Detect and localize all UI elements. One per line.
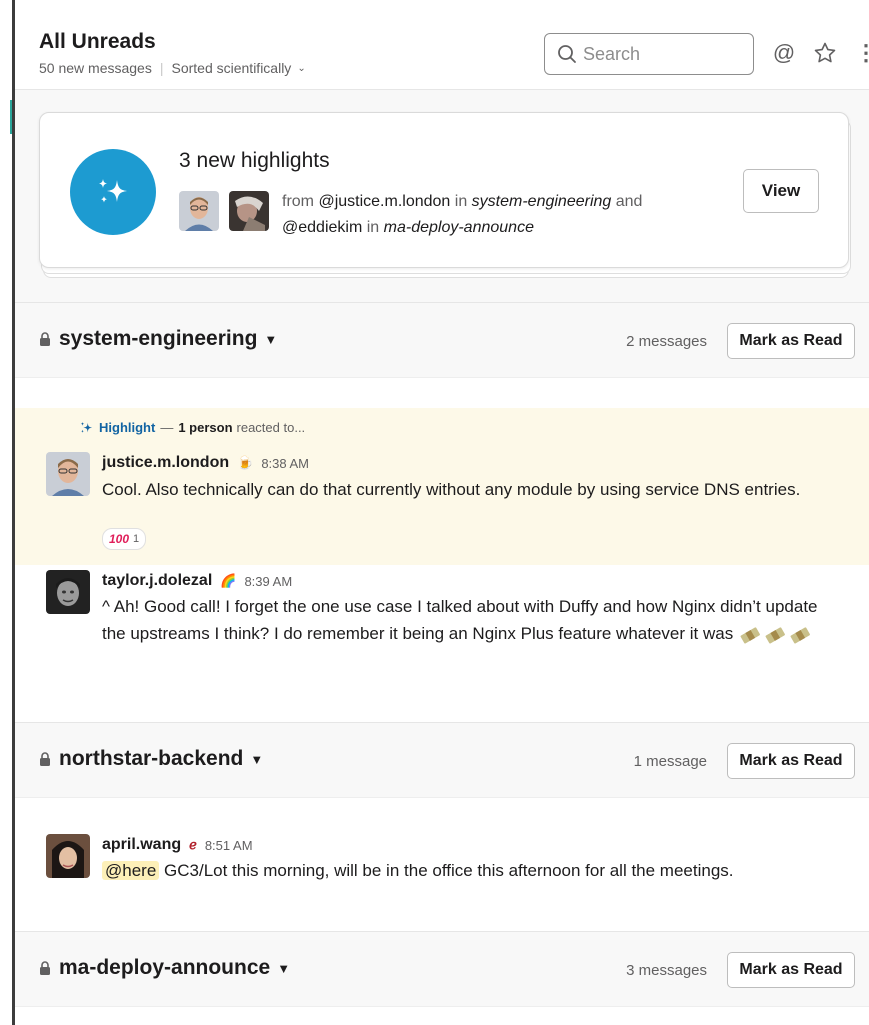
avatar[interactable]: [46, 834, 90, 878]
more-icon[interactable]: ⋮: [853, 40, 869, 66]
sparkle-icon: [80, 421, 93, 433]
channel-name[interactable]: northstar-backend ▼: [39, 747, 263, 771]
message-body: ^ Ah! Good call! I forget the one use ca…: [102, 593, 822, 647]
channel-name-label: system-engineering: [59, 327, 258, 350]
message-count: 3 messages: [626, 962, 707, 979]
channel-name-label: ma-deploy-announce: [59, 956, 271, 979]
in-text: in: [366, 219, 380, 236]
username[interactable]: taylor.j.dolezal: [102, 572, 212, 590]
timestamp[interactable]: 8:51 AM: [205, 838, 253, 853]
here-mention[interactable]: @here: [102, 861, 160, 880]
caret-down-icon[interactable]: ▼: [250, 752, 263, 767]
highlight-label: Highlight — 1 person reacted to...: [79, 420, 305, 435]
caret-down-icon[interactable]: ▼: [264, 332, 277, 347]
username[interactable]: justice.m.london: [102, 454, 229, 472]
search-box[interactable]: [544, 33, 754, 75]
mark-as-read-button[interactable]: Mark as Read: [727, 323, 855, 359]
message-count: 2 messages: [626, 333, 707, 350]
lock-icon: [40, 332, 50, 346]
timestamp[interactable]: 8:38 AM: [261, 456, 309, 471]
mark-as-read-button[interactable]: Mark as Read: [727, 952, 855, 988]
message-text: GC3/Lot this morning, will be in the off…: [159, 861, 734, 880]
status-emoji-icon: ℯ: [189, 837, 197, 852]
avatar[interactable]: [46, 452, 90, 496]
channel-name-label: northstar-backend: [59, 747, 244, 770]
lock-icon: [40, 752, 50, 766]
highlight-tag: Highlight: [99, 420, 156, 435]
search-icon: [558, 45, 576, 63]
username[interactable]: april.wang: [102, 836, 181, 854]
mark-as-read-button[interactable]: Mark as Read: [727, 743, 855, 779]
money-emoji-icon: [738, 625, 812, 645]
view-highlights-button[interactable]: View: [743, 169, 819, 213]
channel-header: northstar-backend ▼ 1 message Mark as Re…: [15, 722, 869, 798]
left-rail: [0, 0, 15, 1025]
channel-header: system-engineering ▼ 2 messages Mark as …: [15, 302, 869, 378]
lock-icon: [40, 961, 50, 975]
sparkle-icon: [70, 149, 156, 235]
search-input[interactable]: [583, 43, 743, 65]
timestamp[interactable]: 8:39 AM: [244, 574, 292, 589]
avatar[interactable]: [46, 570, 90, 614]
highlight-avatars: [179, 191, 269, 231]
page-title: All Unreads: [39, 30, 156, 53]
user-mention[interactable]: @justice.m.london: [318, 193, 450, 210]
message-count: 1 message: [633, 753, 707, 770]
status-emoji-icon: 🍺: [237, 455, 254, 470]
highlight-dash: —: [160, 420, 174, 435]
message-meta: taylor.j.dolezal 🌈 8:39 AM: [102, 572, 292, 590]
caret-down-icon[interactable]: ▼: [277, 961, 290, 976]
status-emoji-icon: 🌈: [220, 573, 237, 588]
sort-dropdown[interactable]: Sorted scientifically: [171, 60, 291, 76]
avatar[interactable]: [229, 191, 269, 231]
channel-link[interactable]: system-engineering: [472, 193, 612, 210]
channel-name[interactable]: system-engineering ▼: [39, 327, 277, 351]
and-text: and: [615, 193, 643, 210]
header: All Unreads 50 new messages | Sorted sci…: [15, 0, 869, 90]
all-unreads-view: All Unreads 50 new messages | Sorted sci…: [15, 0, 869, 1025]
message-meta: april.wang ℯ 8:51 AM: [102, 836, 253, 854]
message-meta: justice.m.london 🍺 8:38 AM: [102, 454, 309, 472]
subtitle-divider: |: [159, 60, 164, 76]
hundred-emoji-icon: 100: [109, 532, 130, 546]
rail-indicator: [10, 100, 12, 134]
highlight-suffix: reacted to...: [236, 420, 306, 435]
page-subtitle: 50 new messages | Sorted scientifically …: [39, 60, 306, 76]
avatar[interactable]: [179, 191, 219, 231]
channel-header: ma-deploy-announce ▼ 3 messages Mark as …: [15, 931, 869, 1007]
user-mention[interactable]: @eddiekim: [282, 219, 362, 236]
highlights-section: 3 new highlights from @justice.m.london …: [15, 90, 869, 303]
highlights-card[interactable]: 3 new highlights from @justice.m.london …: [39, 112, 849, 268]
chevron-down-icon[interactable]: ⌄: [297, 63, 305, 74]
reactor-count: 1 person: [178, 420, 233, 435]
at-icon[interactable]: @: [771, 40, 797, 66]
star-icon[interactable]: [812, 40, 838, 66]
from-text: from: [282, 193, 314, 210]
highlights-description: from @justice.m.london in system-enginee…: [282, 189, 722, 241]
message-body: Cool. Also technically can do that curre…: [102, 480, 801, 499]
channel-link[interactable]: ma-deploy-announce: [384, 219, 534, 236]
new-message-count: 50 new messages: [39, 60, 152, 76]
highlights-title: 3 new highlights: [179, 149, 330, 172]
reaction-pill[interactable]: 100 1: [102, 528, 147, 550]
in-text: in: [454, 193, 468, 210]
message-body: @here GC3/Lot this morning, will be in t…: [102, 857, 822, 884]
reaction-count: 1: [133, 533, 140, 545]
message-text: ^ Ah! Good call! I forget the one use ca…: [102, 597, 818, 643]
channel-name[interactable]: ma-deploy-announce ▼: [39, 956, 290, 980]
